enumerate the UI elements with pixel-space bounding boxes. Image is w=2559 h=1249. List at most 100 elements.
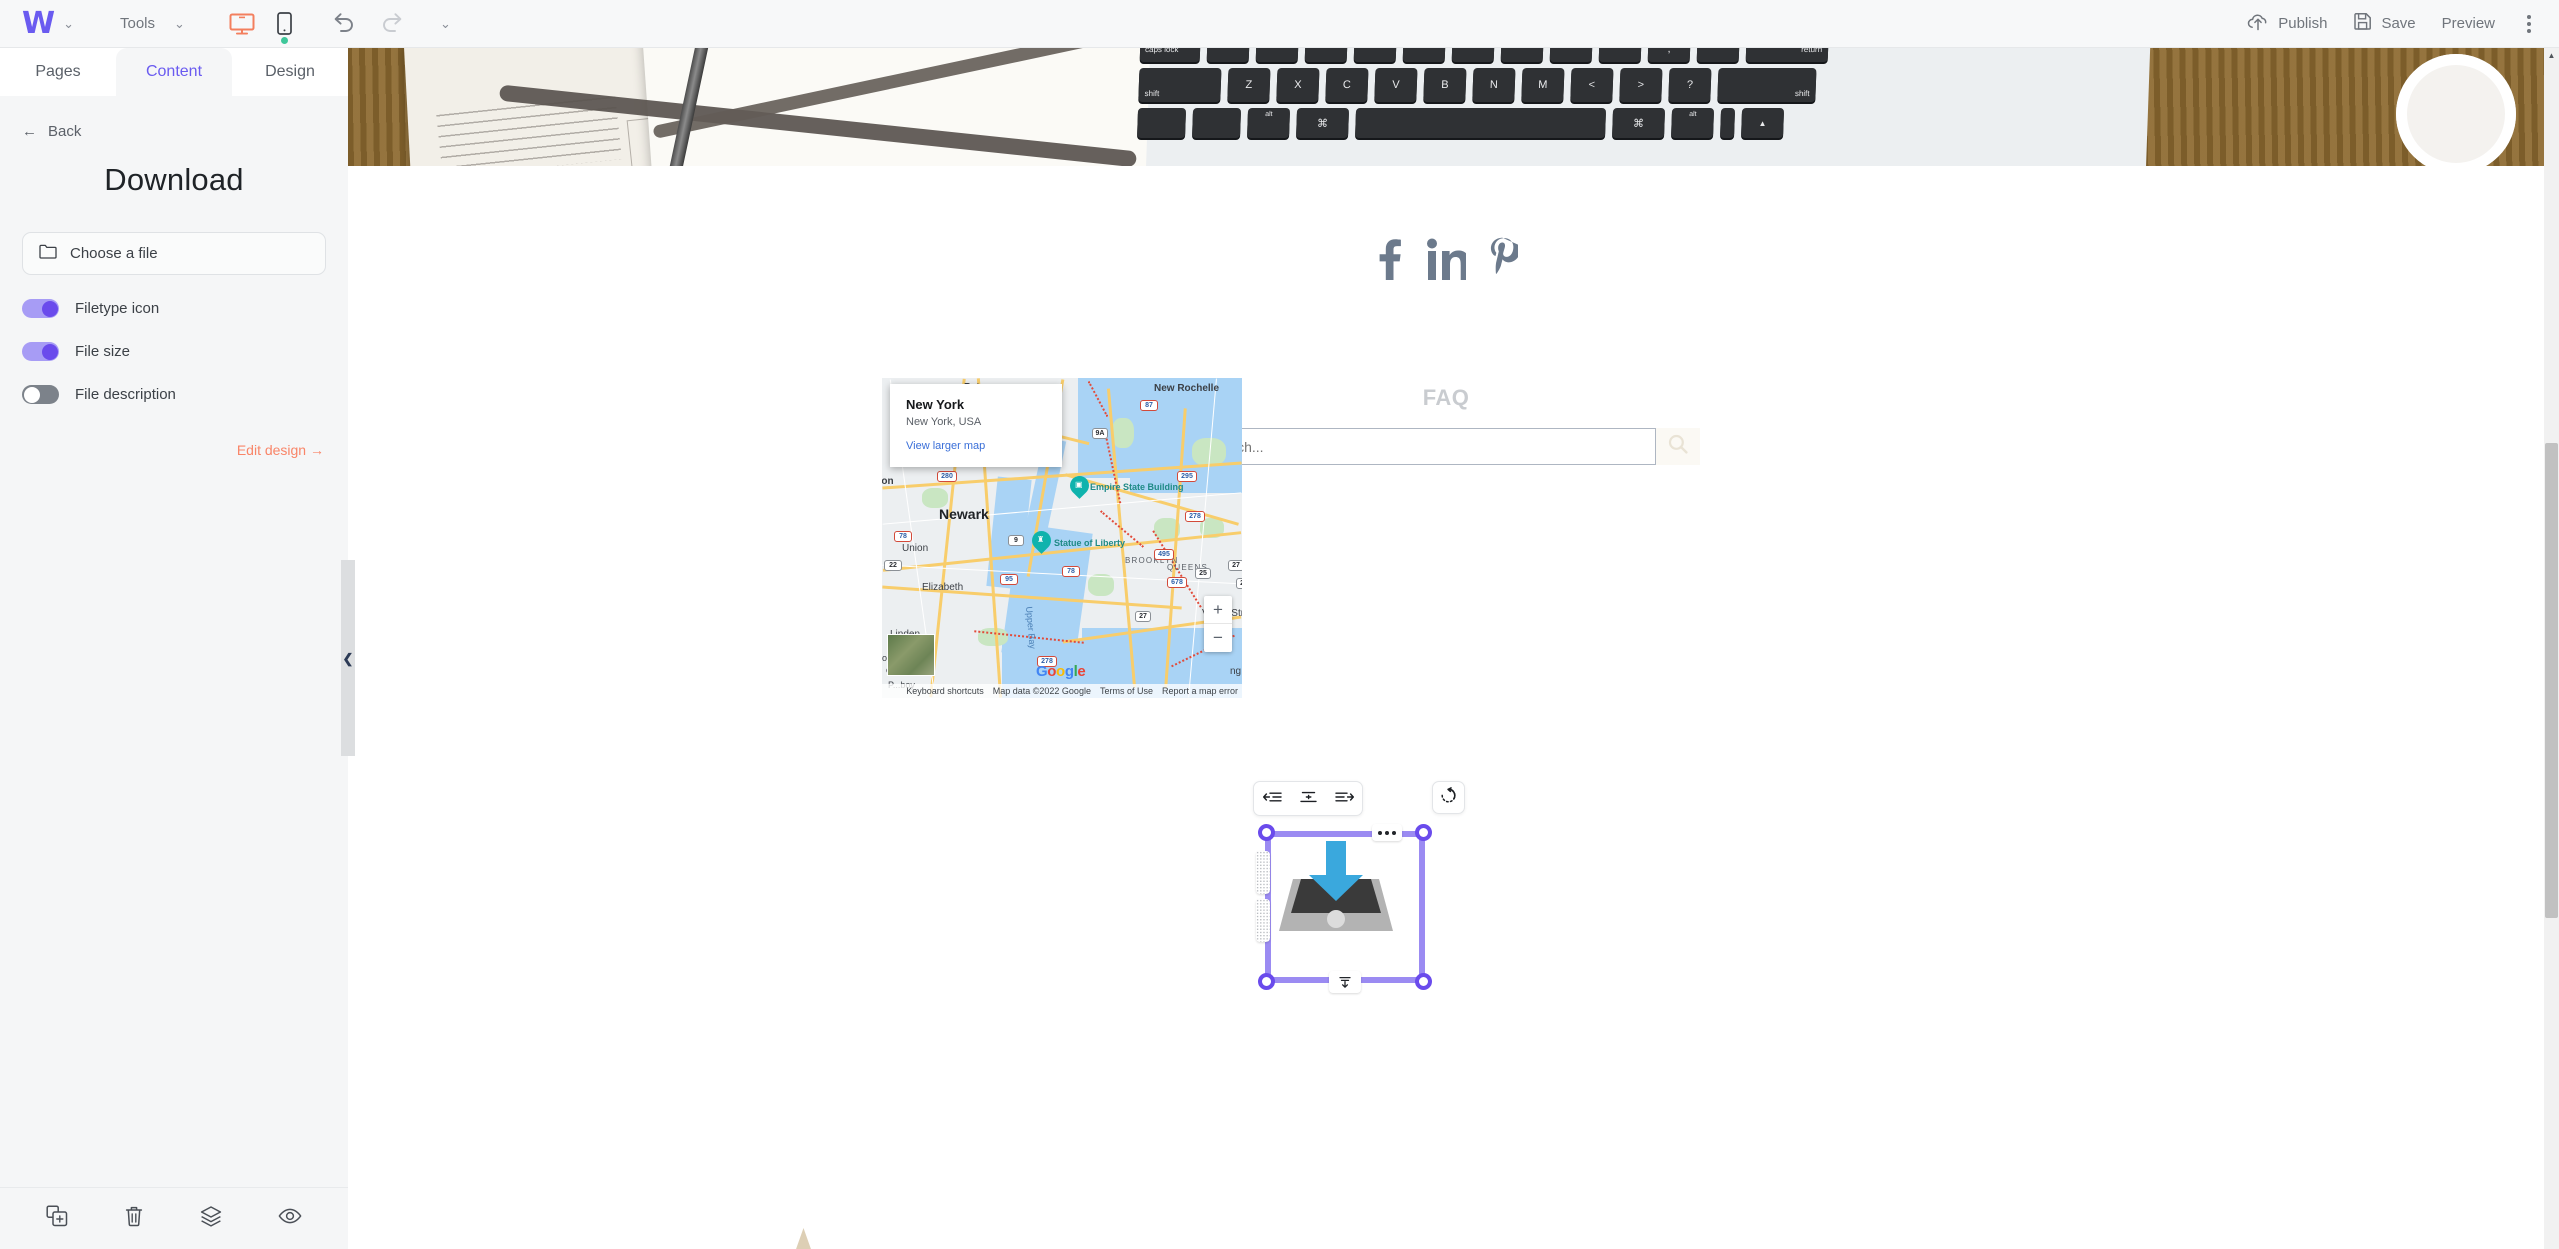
- keyboard-row-3: alt ⌘ ⌘ alt ▲: [1137, 108, 1785, 138]
- toggle-switch[interactable]: [22, 342, 59, 361]
- faq-heading: FAQ: [1422, 385, 1470, 410]
- toggle-label: File description: [75, 386, 176, 403]
- choose-file-label: Choose a file: [70, 245, 158, 262]
- camera-pin-icon[interactable]: ▣: [1066, 472, 1093, 501]
- tab-content[interactable]: Content: [116, 48, 232, 96]
- arrow-left-icon: ←: [22, 123, 37, 140]
- back-button[interactable]: ← Back: [22, 123, 348, 140]
- satellite-thumbnail[interactable]: [887, 634, 935, 676]
- more-options-icon[interactable]: [2521, 14, 2537, 33]
- monument-pin-icon[interactable]: ♜: [1028, 527, 1055, 556]
- google-logo: Google: [1036, 663, 1086, 680]
- duplicate-icon[interactable]: [46, 1205, 68, 1232]
- faq-search-row: [348, 428, 2544, 465]
- choose-file-button[interactable]: Choose a file: [22, 232, 326, 275]
- map-poi-label: Empire State Building: [1090, 482, 1184, 492]
- history-chevron-down-icon[interactable]: ⌄: [440, 16, 451, 32]
- hero-image[interactable]: caps lock ; ' return shift ZX CV BN M < >…: [348, 48, 2544, 166]
- align-center-icon[interactable]: [1299, 790, 1318, 807]
- terms-of-use-link[interactable]: Terms of Use: [1100, 686, 1153, 696]
- undo-icon[interactable]: [332, 11, 355, 37]
- desktop-view-icon[interactable]: [229, 13, 255, 35]
- preview-label: Preview: [2441, 15, 2495, 32]
- panel-collapse-handle[interactable]: ❮: [341, 560, 355, 756]
- route-shield: 78: [1062, 566, 1080, 577]
- zoom-out-button[interactable]: −: [1204, 624, 1232, 652]
- back-label: Back: [48, 123, 82, 140]
- toggle-label: File size: [75, 343, 131, 360]
- search-input[interactable]: [1192, 428, 1656, 465]
- device-switcher: [229, 12, 292, 44]
- linkedin-icon[interactable]: [1426, 236, 1469, 289]
- route-shield: 27: [1228, 560, 1242, 571]
- eye-icon[interactable]: [278, 1207, 302, 1230]
- align-bottom-handle[interactable]: [1329, 971, 1361, 993]
- download-icon-widget[interactable]: [1271, 839, 1401, 944]
- map-label: Elizabeth: [922, 582, 964, 593]
- preview-button[interactable]: Preview: [2442, 15, 2495, 32]
- map-label: Union: [902, 543, 929, 554]
- selected-element-wrapper: [1243, 781, 1473, 1021]
- rotate-button[interactable]: [1432, 781, 1465, 814]
- map-zoom-controls: + −: [1204, 596, 1232, 652]
- arrow-right-icon: →: [310, 442, 324, 458]
- resize-handle-bottom-left[interactable]: [1258, 973, 1275, 990]
- publish-icon: [2247, 13, 2269, 35]
- pinterest-icon[interactable]: [1488, 236, 1522, 289]
- tab-pages[interactable]: Pages: [0, 48, 116, 96]
- save-button[interactable]: Save: [2353, 12, 2416, 35]
- drag-handle-left-upper[interactable]: [1256, 851, 1270, 894]
- google-map-embed[interactable]: Paterson New Rochelle ton Newark Union E…: [882, 378, 1242, 698]
- app-logo[interactable]: W ⌄: [22, 5, 74, 41]
- map-label: New Rochelle: [1154, 383, 1220, 394]
- toggle-file-size[interactable]: File size: [22, 342, 348, 361]
- resize-handle-top-right[interactable]: [1415, 824, 1432, 841]
- align-right-icon[interactable]: [1334, 790, 1354, 807]
- route-shield: 87: [1140, 400, 1158, 411]
- route-shield: 295: [1177, 471, 1197, 482]
- history-controls: ⌄: [332, 11, 451, 37]
- chevron-down-icon[interactable]: ⌄: [63, 16, 74, 32]
- map-label: Newark: [939, 506, 989, 522]
- tab-design[interactable]: Design: [232, 48, 348, 96]
- tools-menu[interactable]: Tools ⌄: [120, 15, 185, 32]
- route-shield: 22: [884, 560, 902, 571]
- toggle-switch[interactable]: [22, 299, 59, 318]
- map-park: [922, 488, 948, 508]
- trash-icon[interactable]: [124, 1205, 144, 1232]
- keyboard-shortcuts-link[interactable]: Keyboard shortcuts: [906, 686, 984, 696]
- chevron-left-icon: ❮: [342, 650, 354, 666]
- toggle-file-description[interactable]: File description: [22, 385, 348, 404]
- scroll-up-arrow[interactable]: ▲: [2544, 48, 2559, 63]
- page-body: FAQ Search... New Rochelle on Newark Uni…: [348, 236, 2544, 1249]
- toggle-filetype-icon[interactable]: Filetype icon: [22, 299, 348, 318]
- search-button[interactable]: [1655, 428, 1700, 465]
- map-park: [1112, 418, 1134, 448]
- alignment-toolbar: [1253, 781, 1363, 816]
- zoom-in-button[interactable]: +: [1204, 596, 1232, 624]
- edit-design-link[interactable]: Edit design →: [0, 442, 324, 458]
- tools-label: Tools: [120, 15, 156, 32]
- star-shape[interactable]: [711, 1228, 896, 1249]
- mobile-view-icon[interactable]: [277, 12, 292, 44]
- keyboard-row-2: shift ZX CV BN M < >? shift: [1138, 68, 1817, 102]
- facebook-icon[interactable]: [1374, 236, 1404, 289]
- report-map-error-link[interactable]: Report a map error: [1162, 686, 1238, 696]
- social-icons-row[interactable]: [348, 236, 2544, 289]
- view-larger-map-link[interactable]: View larger map: [906, 440, 1046, 452]
- publish-button[interactable]: Publish: [2247, 13, 2327, 35]
- redo-icon[interactable]: [381, 11, 404, 37]
- map-poi-label: Statue of Liberty: [1054, 538, 1126, 548]
- route-shield: 25: [1195, 568, 1211, 579]
- wix-logo-icon: W: [22, 5, 55, 41]
- align-left-icon[interactable]: [1262, 790, 1282, 807]
- scrollbar-thumb[interactable]: [2545, 443, 2558, 918]
- panel-tabs: Pages Content Design: [0, 48, 348, 96]
- vertical-scrollbar[interactable]: ▲: [2544, 48, 2559, 1249]
- rotate-icon: [1440, 786, 1457, 809]
- resize-handle-bottom-right[interactable]: [1415, 973, 1432, 990]
- toggle-switch[interactable]: [22, 385, 59, 404]
- layers-icon[interactable]: [200, 1205, 222, 1232]
- drag-handle-left-lower[interactable]: [1256, 899, 1270, 942]
- route-shield: 27: [1135, 611, 1151, 622]
